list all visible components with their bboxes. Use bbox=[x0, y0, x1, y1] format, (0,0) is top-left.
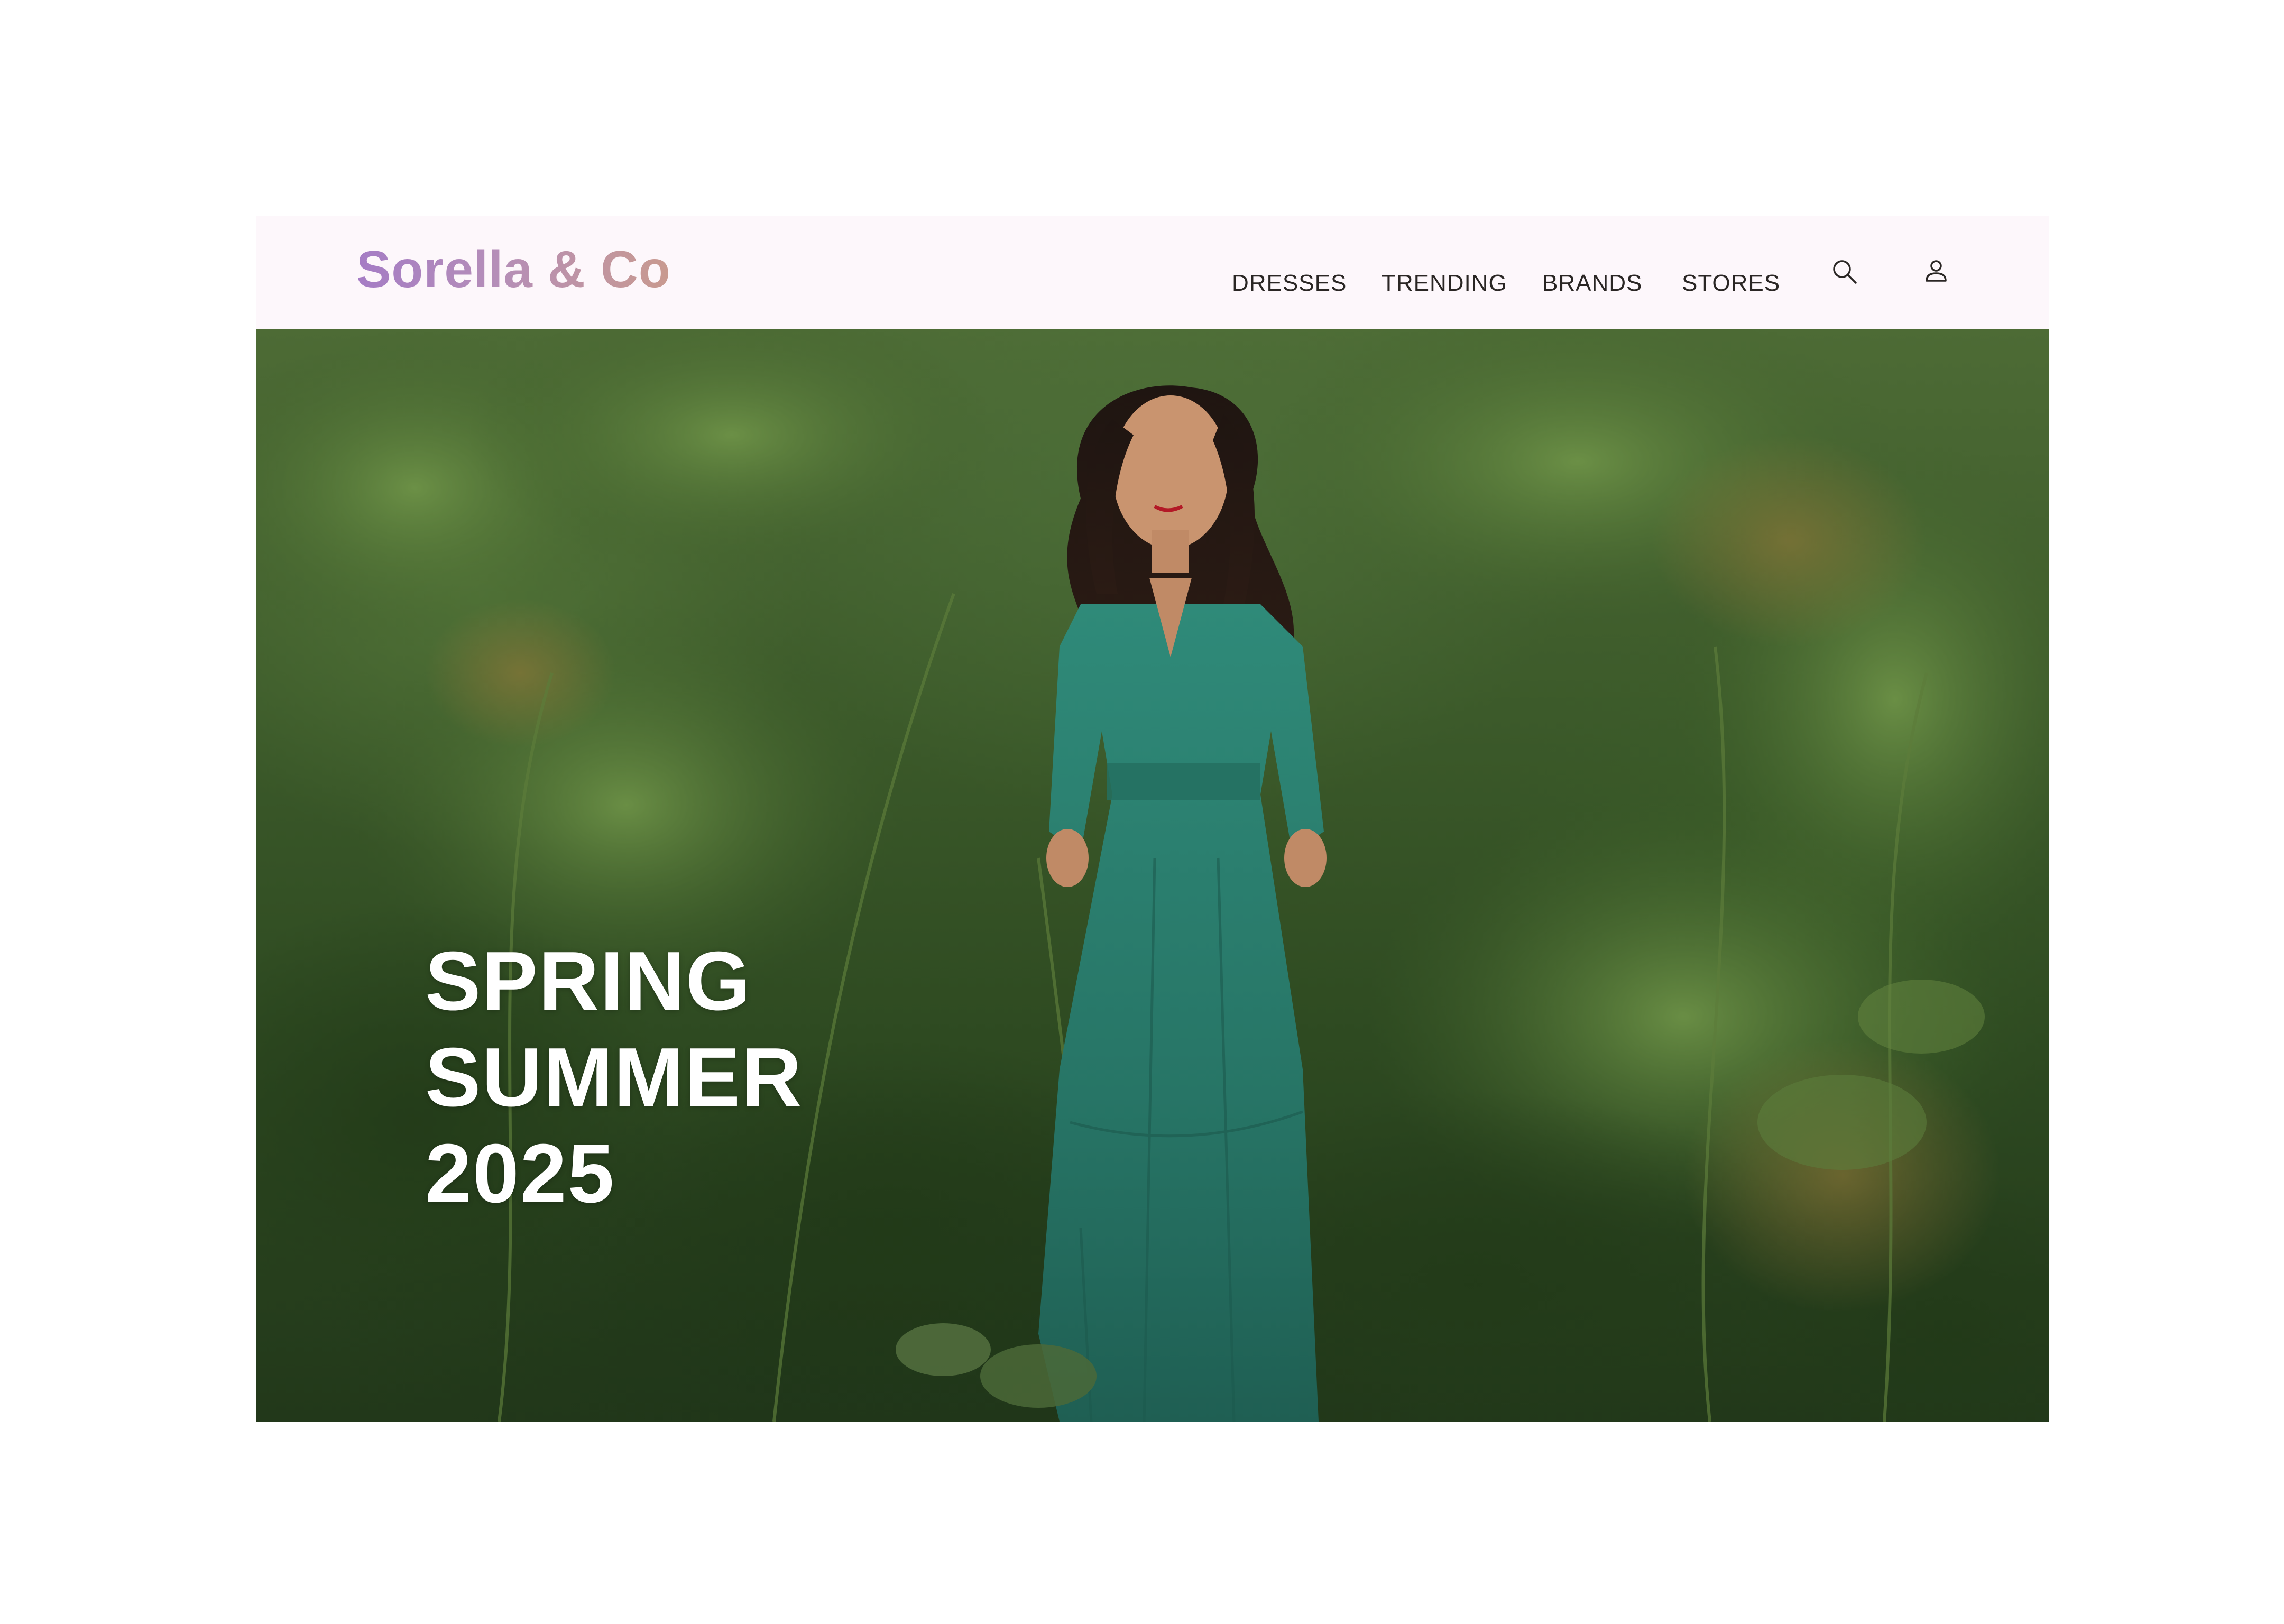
nav-item-dresses[interactable]: DRESSES bbox=[1232, 265, 1347, 302]
brand-logo[interactable]: Sorella & Co bbox=[356, 237, 671, 301]
hero-title: SPRING SUMMER 2025 bbox=[425, 933, 803, 1222]
page-frame: Sorella & Co DRESSES TRENDING BRANDS STO… bbox=[256, 216, 2049, 1422]
account-button[interactable] bbox=[1915, 251, 1957, 293]
nav-item-trending[interactable]: TRENDING bbox=[1382, 265, 1507, 302]
nav-item-stores[interactable]: STORES bbox=[1682, 265, 1780, 302]
hero-title-line-1: SPRING bbox=[425, 935, 752, 1028]
search-icon bbox=[1833, 260, 1857, 284]
search-button[interactable] bbox=[1824, 251, 1866, 293]
nav-item-brands[interactable]: BRANDS bbox=[1542, 265, 1642, 302]
hero-image bbox=[256, 329, 2049, 1422]
site-header: Sorella & Co DRESSES TRENDING BRANDS STO… bbox=[256, 216, 2049, 329]
user-icon bbox=[1926, 260, 1947, 282]
hero-title-line-3: 2025 bbox=[425, 1127, 615, 1220]
hero-title-line-2: SUMMER bbox=[425, 1031, 803, 1124]
hero-banner[interactable]: SPRING SUMMER 2025 bbox=[256, 329, 2049, 1422]
